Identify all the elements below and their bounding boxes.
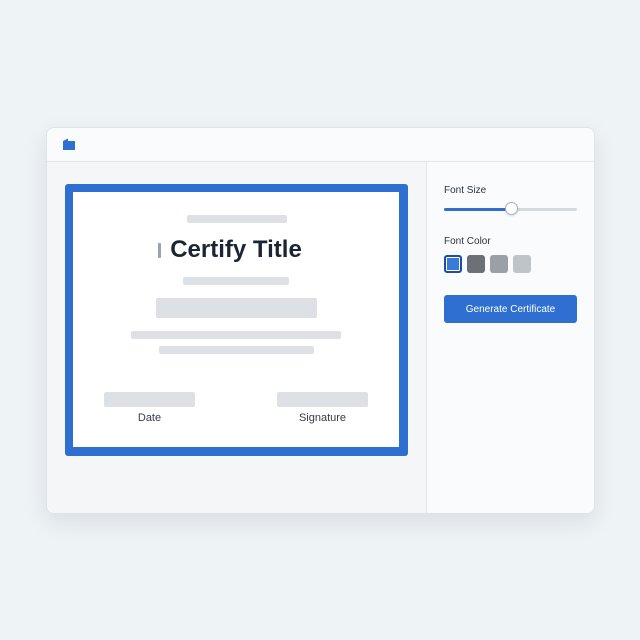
certificate-preview[interactable]: Certify Title Date Signature xyxy=(65,184,408,456)
signature-label: Signature xyxy=(298,412,347,424)
description-placeholder-line-1 xyxy=(131,331,341,339)
app-window: Certify Title Date Signature Font Size F… xyxy=(46,127,595,514)
color-swatch-1[interactable] xyxy=(444,255,462,273)
folder-tab-icon xyxy=(61,137,77,158)
font-color-label: Font Color xyxy=(444,236,491,247)
generate-certificate-button[interactable]: Generate Certificate xyxy=(444,295,577,323)
settings-panel: Font Size Font Color Generate Certificat… xyxy=(426,162,594,513)
color-swatch-2[interactable] xyxy=(467,255,485,273)
certificate-title[interactable]: Certify Title xyxy=(73,236,399,264)
signature-placeholder xyxy=(277,392,368,407)
font-size-slider[interactable] xyxy=(444,202,577,215)
title-bar xyxy=(47,128,594,162)
description-placeholder-line-2 xyxy=(159,346,314,354)
recipient-name-placeholder xyxy=(156,298,317,318)
date-placeholder xyxy=(104,392,195,407)
color-swatch-3[interactable] xyxy=(490,255,508,273)
font-size-slider-thumb[interactable] xyxy=(505,202,519,215)
font-size-slider-fill xyxy=(444,208,512,211)
certificate-body: Certify Title Date Signature xyxy=(73,192,399,447)
certificate-canvas-area: Certify Title Date Signature xyxy=(47,162,426,513)
date-label: Date xyxy=(137,412,162,424)
subtitle-placeholder-line xyxy=(183,277,289,285)
color-swatch-4[interactable] xyxy=(513,255,531,273)
font-size-label: Font Size xyxy=(444,185,487,196)
header-placeholder-line xyxy=(187,215,287,223)
